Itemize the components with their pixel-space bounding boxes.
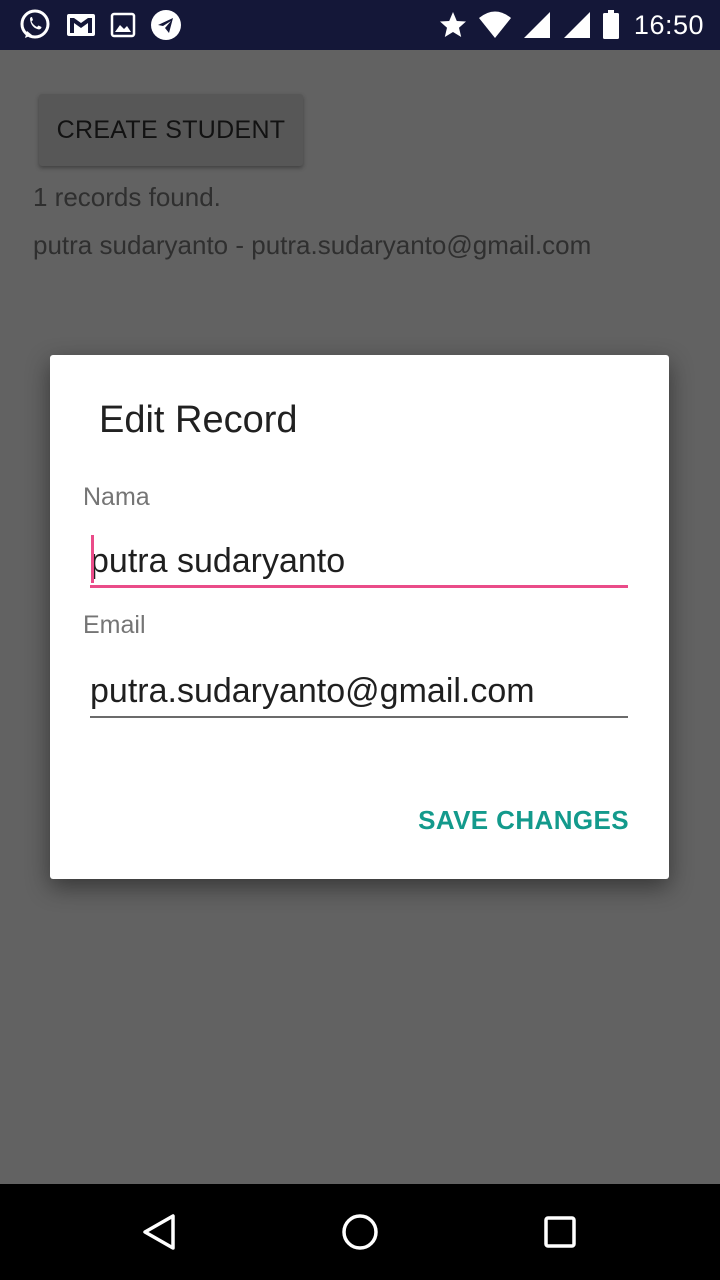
signal-icon-secondary — [562, 11, 592, 39]
save-changes-button[interactable]: SAVE CHANGES — [418, 805, 629, 836]
home-icon[interactable] — [340, 1212, 380, 1252]
status-time: 16:50 — [633, 9, 704, 40]
status-bar: 16:50 — [0, 0, 720, 50]
nama-field[interactable] — [90, 537, 628, 588]
nama-label: Nama — [83, 483, 150, 511]
email-field[interactable] — [90, 667, 628, 718]
image-icon — [110, 12, 136, 38]
wifi-icon — [478, 11, 512, 39]
telegram-icon — [150, 9, 182, 41]
edit-record-dialog: Edit Record Nama Email SAVE CHANGES — [50, 355, 669, 879]
system-icons: 16:50 — [438, 8, 704, 42]
whatsapp-icon — [18, 8, 52, 42]
signal-icon — [522, 11, 552, 39]
gmail-icon — [66, 13, 96, 37]
email-label: Email — [83, 611, 146, 639]
navigation-bar — [0, 1184, 720, 1280]
recents-icon[interactable] — [540, 1212, 580, 1252]
records-count: 1 records found. — [33, 182, 221, 212]
back-icon[interactable] — [140, 1212, 180, 1252]
text-cursor — [91, 535, 94, 583]
list-item[interactable]: putra sudaryanto - putra.sudaryanto@gmai… — [33, 230, 591, 261]
dialog-title: Edit Record — [99, 399, 298, 441]
battery-icon — [602, 10, 620, 40]
create-student-button[interactable]: CREATE STUDENT — [39, 94, 303, 166]
notification-icons — [18, 8, 182, 42]
star-icon — [438, 10, 468, 40]
